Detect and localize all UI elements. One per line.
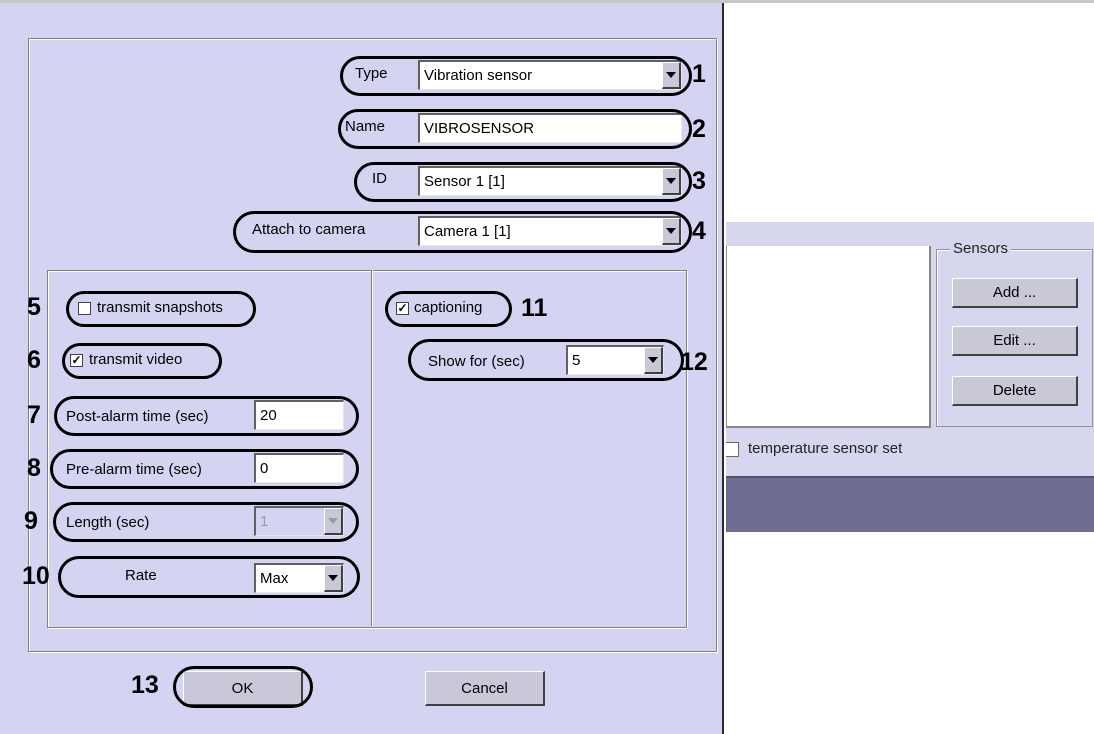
- rate-label: Rate: [125, 567, 157, 584]
- type-select[interactable]: Vibration sensor: [418, 60, 682, 90]
- chevron-down-icon[interactable]: [324, 508, 343, 535]
- cancel-button[interactable]: Cancel: [425, 671, 545, 706]
- name-label: Name: [345, 118, 386, 135]
- delete-sensor-button[interactable]: Delete: [952, 376, 1078, 406]
- callout-number: 13: [131, 671, 159, 699]
- ok-button[interactable]: OK: [183, 671, 303, 706]
- length-select[interactable]: 1: [254, 506, 344, 536]
- chevron-down-icon[interactable]: [662, 62, 681, 89]
- post-alarm-label: Post-alarm time (sec): [66, 408, 209, 425]
- transmit-snapshots-label: transmit snapshots: [97, 299, 223, 316]
- post-alarm-input[interactable]: 20: [254, 400, 344, 430]
- show-for-label: Show for (sec): [428, 353, 525, 370]
- column-divider: [371, 270, 372, 626]
- background-dark-bar-line: [726, 476, 1094, 478]
- chevron-down-icon[interactable]: [644, 347, 663, 374]
- callout-number: 5: [27, 293, 41, 321]
- callout-number: 4: [692, 217, 706, 245]
- rate-select[interactable]: Max: [254, 563, 344, 593]
- pre-alarm-label: Pre-alarm time (sec): [66, 461, 202, 478]
- sensor-settings-dialog: Type Vibration sensor Name VIBROSENSOR I…: [0, 3, 724, 734]
- callout-number: 9: [24, 507, 38, 535]
- id-select-value: Sensor 1 [1]: [424, 173, 505, 190]
- captioning-checkbox[interactable]: ✓: [396, 302, 409, 315]
- callout-number: 3: [692, 167, 706, 195]
- edit-sensor-button[interactable]: Edit ...: [952, 326, 1078, 356]
- pre-alarm-value: 0: [260, 460, 269, 477]
- show-for-select[interactable]: 5: [566, 345, 664, 375]
- callout-number: 11: [521, 294, 548, 322]
- transmit-video-label: transmit video: [89, 351, 183, 368]
- callout-number: 1: [692, 60, 706, 88]
- post-alarm-value: 20: [260, 407, 277, 424]
- callout-number: 8: [27, 454, 41, 482]
- attach-camera-select[interactable]: Camera 1 [1]: [418, 216, 682, 246]
- sensor-list[interactable]: [726, 246, 931, 428]
- transmit-snapshots-checkbox[interactable]: [78, 302, 91, 315]
- add-sensor-button[interactable]: Add ...: [952, 278, 1078, 308]
- type-label: Type: [355, 65, 388, 82]
- transmit-video-checkbox[interactable]: ✓: [70, 354, 83, 367]
- temperature-sensor-checkbox[interactable]: [726, 442, 739, 457]
- length-select-value: 1: [260, 513, 269, 530]
- length-label: Length (sec): [66, 514, 150, 531]
- chevron-down-icon[interactable]: [324, 565, 343, 592]
- chevron-down-icon[interactable]: [662, 168, 681, 195]
- callout-number: 2: [692, 115, 706, 143]
- pre-alarm-input[interactable]: 0: [254, 453, 344, 483]
- captioning-label: captioning: [414, 299, 483, 316]
- callout-number: 7: [27, 401, 41, 429]
- attach-camera-value: Camera 1 [1]: [424, 223, 511, 240]
- rate-select-value: Max: [260, 570, 289, 587]
- show-for-value: 5: [572, 352, 581, 369]
- name-input[interactable]: VIBROSENSOR: [418, 113, 682, 143]
- attach-camera-label: Attach to camera: [252, 221, 366, 238]
- sensors-group-title: Sensors: [950, 240, 1012, 257]
- callout-number: 12: [680, 348, 708, 376]
- name-input-value: VIBROSENSOR: [424, 120, 535, 137]
- id-select[interactable]: Sensor 1 [1]: [418, 166, 682, 196]
- callout-number: 6: [27, 346, 41, 374]
- type-select-value: Vibration sensor: [424, 67, 533, 84]
- chevron-down-icon[interactable]: [662, 218, 681, 245]
- background-dark-bar: [726, 476, 1094, 532]
- temperature-sensor-label: temperature sensor set: [748, 440, 903, 457]
- id-label: ID: [372, 170, 387, 187]
- callout-number: 10: [22, 562, 50, 590]
